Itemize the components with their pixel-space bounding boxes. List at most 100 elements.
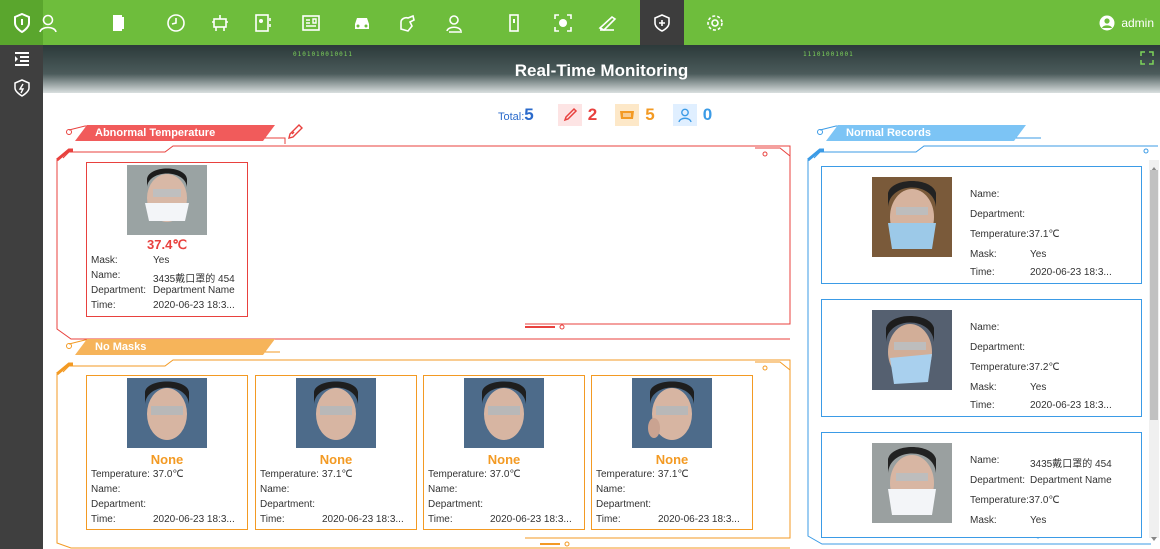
robot-icon[interactable] — [198, 0, 242, 45]
name-label: Name: — [91, 484, 121, 495]
attendance-icon[interactable] — [241, 0, 285, 45]
face-photo — [296, 378, 376, 448]
department-label: Department: — [596, 499, 652, 510]
temperature-row: Temperature: 37.1℃ — [970, 229, 1060, 240]
visitor-icon[interactable] — [433, 0, 477, 45]
name-row: Name: — [970, 189, 1030, 200]
name-row: Name: — [970, 322, 1030, 333]
temperature-label: Temperature: — [970, 362, 1029, 373]
face-photo — [872, 443, 952, 523]
scan-icon[interactable] — [541, 0, 585, 45]
time-row: Time: 2020-06-23 18:3... — [970, 400, 1112, 411]
time-value: 2020-06-23 18:3... — [1030, 400, 1112, 411]
name-label: Name: — [970, 322, 1000, 333]
temperature-label: Temperature: — [970, 495, 1029, 506]
abnormal-temp-stat: 2 — [557, 104, 598, 126]
abnormal-card[interactable]: 37.4℃ Mask: Yes Name: 3435戴口罩的 454 Departm… — [86, 162, 248, 317]
department-label: Department: — [428, 499, 484, 510]
name-row: Name: — [260, 484, 322, 495]
thermometer-icon — [557, 104, 582, 126]
car-icon[interactable] — [340, 0, 384, 45]
name-label: Name: — [428, 484, 458, 495]
hand-icon[interactable] — [385, 0, 429, 45]
mask-row: Mask: Yes — [91, 255, 169, 266]
department-row: Department: — [428, 499, 490, 510]
scroll-up-icon[interactable] — [1150, 160, 1158, 171]
mask-label: Mask: — [970, 249, 997, 260]
mask-icon — [615, 104, 640, 126]
person-icon[interactable] — [17, 0, 61, 45]
temperature-row: Temperature: 37.1℃ — [260, 469, 353, 480]
normal-record-card[interactable]: Name: Department: Temperature: 37.1℃ Mask… — [821, 166, 1142, 284]
temperature-value: 37.1℃ — [321, 469, 353, 480]
left-sidebar — [0, 45, 43, 549]
time-label: Time: — [970, 267, 995, 278]
time-label: Time: — [91, 300, 116, 311]
temperature-label: Temperature: — [970, 229, 1029, 240]
time-label: Time: — [596, 514, 621, 525]
department-label: Department: — [260, 499, 316, 510]
time-label: Time: — [970, 400, 995, 411]
temperature-value: 37.1℃ — [657, 469, 689, 480]
door-icon[interactable] — [96, 0, 140, 45]
face-photo — [127, 165, 207, 235]
mask-row: Mask: Yes — [970, 249, 1046, 260]
total-label: Total: — [498, 111, 525, 123]
mask-value: Yes — [1030, 382, 1047, 393]
time-row: Time: 2020-06-23 18:3... — [91, 300, 235, 311]
user-menu[interactable]: admin — [1099, 0, 1154, 45]
page-banner: 0101010010011 11101001001 Real-Time Moni… — [43, 45, 1160, 93]
menu-collapse-icon[interactable] — [0, 45, 43, 73]
clock-icon[interactable] — [154, 0, 198, 45]
department-value: Department Name — [153, 285, 235, 296]
temperature-label: Temperature: — [260, 469, 319, 480]
time-row: Time: 2020-06-23 18:3... — [970, 267, 1112, 278]
temperature-row: Temperature: 37.0℃ — [428, 469, 521, 480]
nomask-card[interactable]: None Temperature: 37.0℃ Name: Department:… — [423, 375, 585, 530]
settings-icon[interactable] — [693, 0, 737, 45]
name-label: Name: — [970, 189, 1000, 200]
nomask-card[interactable]: None Temperature: 37.1℃ Name: Department:… — [591, 375, 753, 530]
fullscreen-icon[interactable] — [1140, 51, 1154, 70]
department-row: Department: — [970, 209, 1030, 220]
name-row: Name: 3435戴口罩的 454 — [970, 455, 1112, 470]
scroll-down-icon[interactable] — [1150, 530, 1158, 541]
mask-status-value: None — [487, 452, 521, 467]
temperature-row: Temperature: 37.1℃ — [596, 469, 689, 480]
page-title: Real-Time Monitoring — [514, 61, 689, 80]
abnormal-temp-count: 2 — [587, 105, 598, 124]
time-value: 2020-06-23 18:3... — [658, 514, 740, 525]
name-label: Name: — [596, 484, 626, 495]
elevator-icon[interactable] — [492, 0, 536, 45]
department-value: Department Name — [1030, 475, 1112, 486]
time-label: Time: — [428, 514, 453, 525]
total-value: 5 — [524, 105, 534, 124]
nomask-card[interactable]: None Temperature: 37.0℃ Name: Department:… — [86, 375, 248, 530]
user-name: admin — [1121, 15, 1154, 30]
mask-label: Mask: — [91, 255, 118, 266]
mask-value: Yes — [1030, 515, 1047, 526]
name-value: 3435戴口罩的 454 — [153, 274, 235, 285]
mask-row: Mask: Yes — [970, 515, 1046, 526]
normal-record-card[interactable]: Name: Department: Temperature: 37.2℃ Mask… — [821, 299, 1142, 417]
department-row: Department: — [260, 499, 322, 510]
temperature-label: Temperature: — [428, 469, 487, 480]
shield-plus-icon[interactable] — [640, 0, 684, 45]
normal-record-card[interactable]: Name: 3435戴口罩的 454 Department: Department … — [821, 432, 1142, 538]
department-row: Department: — [596, 499, 658, 510]
patrol-icon[interactable] — [585, 0, 629, 45]
shield-lightning-icon[interactable] — [0, 73, 43, 103]
normal-records-scrollbar[interactable] — [1149, 160, 1159, 541]
name-label: Name: — [91, 270, 121, 281]
temperature-label: Temperature: — [596, 469, 655, 480]
department-label: Department: — [91, 285, 147, 296]
face-photo — [127, 378, 207, 448]
id-card-icon[interactable] — [289, 0, 333, 45]
nomask-card[interactable]: None Temperature: 37.1℃ Name: Department:… — [255, 375, 417, 530]
total-stat: Total:5 — [498, 105, 534, 125]
scrollbar-thumb[interactable] — [1150, 170, 1158, 420]
temperature-value: 37.0℃ — [152, 469, 184, 480]
name-row: Name: — [428, 484, 490, 495]
person-outline-icon — [672, 104, 697, 126]
name-row: Name: 3435戴口罩的 454 — [91, 270, 235, 285]
